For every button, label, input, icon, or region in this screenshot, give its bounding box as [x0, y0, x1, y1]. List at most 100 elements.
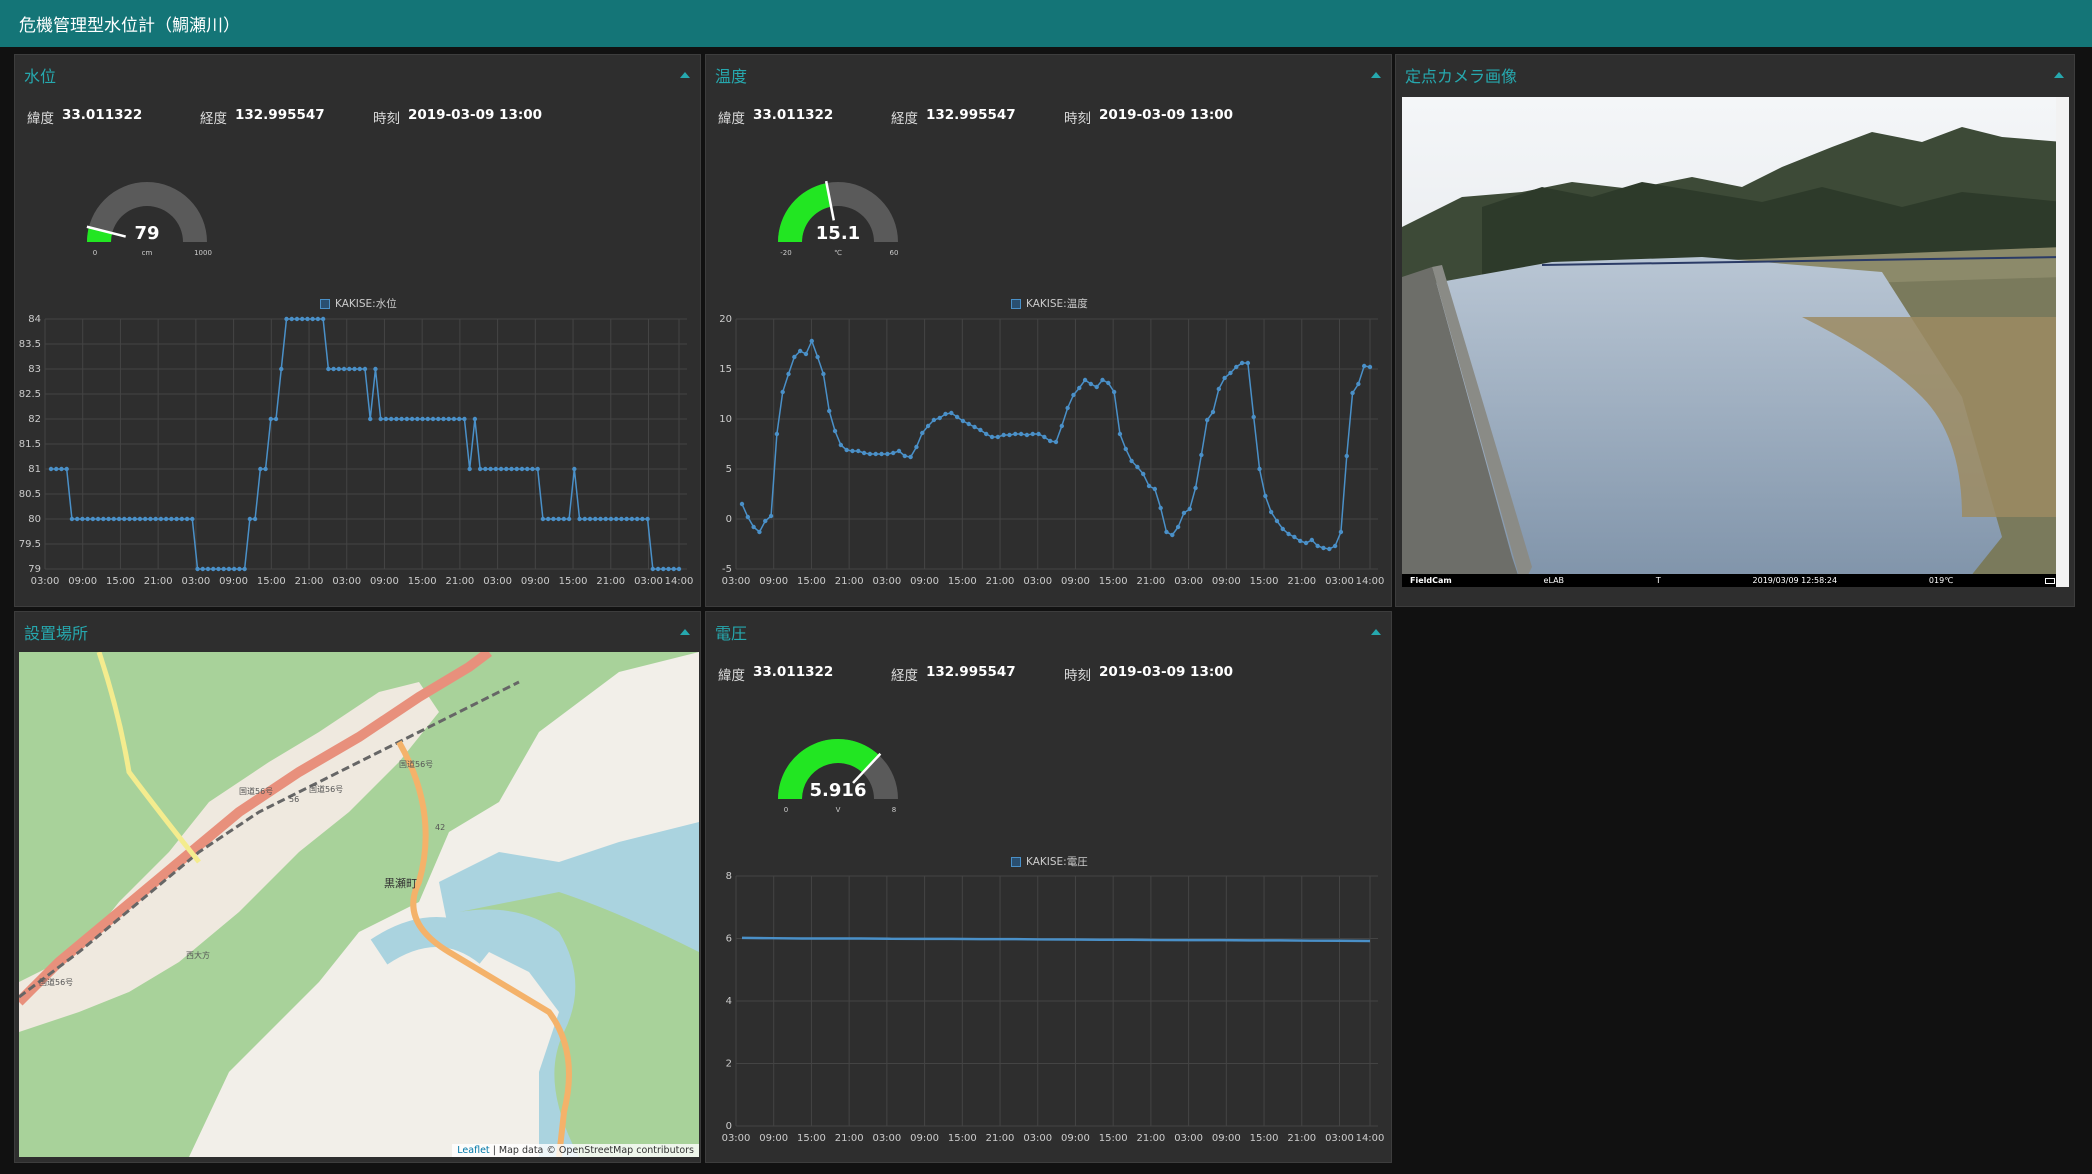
data-point — [472, 416, 478, 422]
data-point — [1123, 446, 1128, 452]
gauge-min: 0 — [93, 249, 97, 257]
map-view[interactable]: 黒瀬町 西大方 国道56号 国道56号 国道56号 国道56号 42 56 Le… — [19, 652, 699, 1157]
lat-label: 緯度 — [718, 111, 745, 127]
data-point — [1053, 439, 1059, 445]
x-tick-label: 21:00 — [295, 576, 324, 587]
data-point — [1158, 505, 1163, 511]
collapse-icon[interactable] — [680, 629, 690, 635]
y-tick-label: 84 — [28, 314, 41, 325]
scrollbar[interactable] — [2056, 97, 2069, 587]
y-tick-label: 15 — [719, 364, 732, 375]
x-tick-label: 03:00 — [872, 1133, 901, 1144]
data-point — [1315, 543, 1320, 549]
x-tick-label: 21:00 — [835, 576, 864, 587]
data-point — [786, 371, 791, 377]
x-tick-label: 09:00 — [910, 1133, 939, 1144]
x-tick-label: 03:00 — [1174, 576, 1203, 587]
data-point — [838, 442, 844, 448]
x-tick-label: 15:00 — [257, 576, 286, 587]
panel-title-map: 設置場所 — [24, 624, 89, 643]
y-tick-label: -5 — [722, 564, 732, 575]
y-tick-label: 80 — [28, 514, 41, 525]
collapse-icon[interactable] — [1371, 72, 1381, 78]
data-point — [383, 416, 389, 422]
data-point — [954, 414, 960, 420]
y-tick-label: 10 — [719, 414, 732, 425]
data-point — [320, 316, 326, 322]
camera-scene — [1402, 97, 2063, 587]
x-tick-label: 03:00 — [722, 576, 751, 587]
data-point — [399, 416, 404, 422]
data-point — [608, 516, 614, 522]
data-point — [195, 566, 200, 572]
data-point — [1175, 524, 1181, 530]
x-tick-label: 14:00 — [1356, 576, 1385, 587]
data-point — [634, 516, 640, 522]
top-bar: 危機管理型水位計（鯛瀬川） — [0, 0, 2092, 47]
data-point — [153, 516, 158, 522]
collapse-icon[interactable] — [2054, 72, 2064, 78]
data-point — [768, 513, 774, 519]
data-point — [530, 466, 535, 472]
attribution-text: | Map data © OpenStreetMap contributors — [492, 1145, 694, 1156]
data-point — [1071, 392, 1076, 398]
data-point — [873, 451, 878, 457]
data-point — [925, 423, 931, 429]
x-tick-label: 09:00 — [68, 576, 97, 587]
data-point — [404, 416, 410, 422]
data-point — [1065, 405, 1070, 411]
collapse-icon[interactable] — [680, 72, 690, 78]
data-point — [556, 516, 561, 522]
panel-temperature: 温度 緯度 33.011322 経度 132.995547 時刻 2019-03-09… — [705, 54, 1392, 607]
data-point — [127, 516, 132, 522]
data-point — [122, 516, 127, 522]
data-point — [551, 516, 556, 522]
data-point — [85, 516, 90, 522]
x-tick-label: 15:00 — [1099, 576, 1128, 587]
gauge-value: 79 — [134, 223, 159, 244]
data-point — [885, 451, 890, 457]
data-point — [1030, 431, 1035, 437]
data-point — [457, 416, 462, 422]
x-tick-label: 09:00 — [1061, 1133, 1090, 1144]
panel-voltage: 電圧 緯度 33.011322 経度 132.995547 時刻 2019-03-09… — [705, 611, 1392, 1163]
data-point — [106, 516, 111, 522]
data-point — [797, 348, 803, 354]
data-point — [1036, 431, 1041, 437]
x-tick-label: 15:00 — [559, 576, 588, 587]
x-tick-label: 03:00 — [483, 576, 512, 587]
temp-gauge: 15.1 -20 ℃ 60 — [778, 180, 898, 257]
x-tick-label: 09:00 — [1212, 576, 1241, 587]
data-point — [821, 371, 826, 377]
panel-title-temp: 温度 — [715, 67, 748, 86]
data-point — [1199, 452, 1204, 458]
data-point — [467, 466, 472, 472]
data-point — [310, 316, 315, 322]
map-route-number: 42 — [435, 823, 445, 832]
data-point — [284, 316, 289, 322]
data-point — [357, 366, 362, 372]
data-point — [493, 466, 499, 472]
water-gauge: 79 0 cm 1000 — [86, 182, 212, 257]
data-point — [525, 466, 530, 472]
data-point — [509, 466, 514, 472]
leaflet-link[interactable]: Leaflet — [457, 1145, 489, 1156]
data-point — [572, 466, 577, 472]
x-tick-label: 09:00 — [910, 576, 939, 587]
x-tick-label: 15:00 — [948, 576, 977, 587]
data-point — [745, 514, 751, 520]
data-point — [624, 516, 629, 522]
data-point — [205, 566, 211, 572]
data-point — [347, 366, 352, 372]
camera-brand: FieldCam — [1410, 576, 1452, 585]
x-tick-label: 03:00 — [1023, 576, 1052, 587]
lon-label: 経度 — [891, 111, 918, 127]
collapse-icon[interactable] — [1371, 629, 1381, 635]
data-point — [1245, 360, 1251, 366]
data-point — [132, 516, 137, 522]
data-point — [1088, 381, 1094, 387]
data-point — [409, 416, 415, 422]
data-point — [1193, 485, 1198, 491]
data-point — [1117, 431, 1123, 437]
y-tick-label: 0 — [726, 1121, 732, 1132]
